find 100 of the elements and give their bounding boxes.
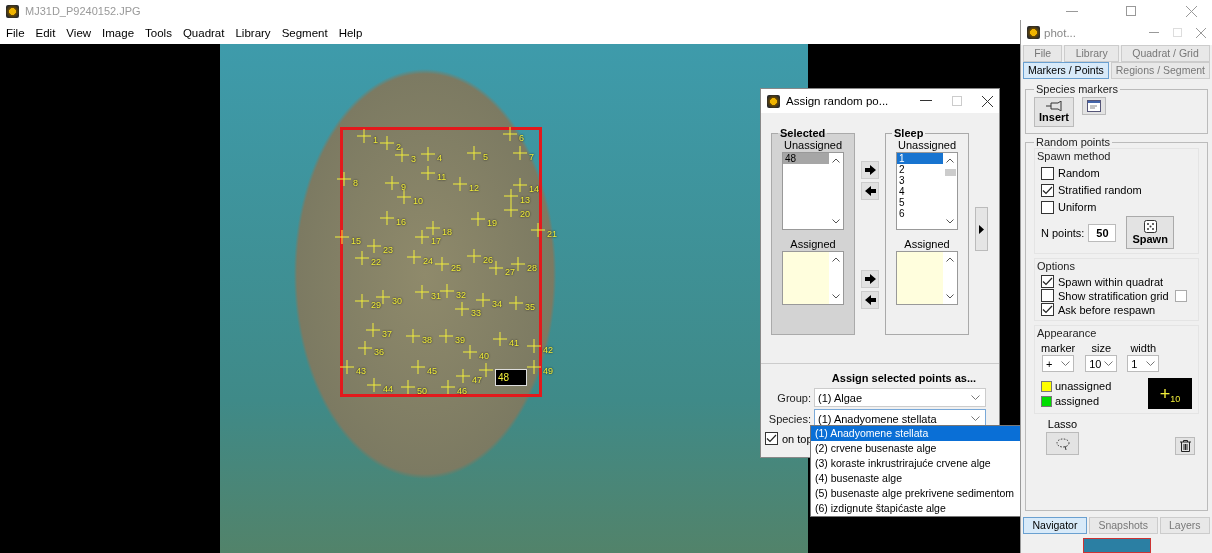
- move-right-button[interactable]: [861, 161, 879, 179]
- close-icon[interactable]: [982, 95, 993, 107]
- move-right-button[interactable]: [861, 270, 879, 288]
- cross-marker-icon[interactable]: [366, 323, 380, 337]
- cross-marker-icon[interactable]: [439, 329, 453, 343]
- menu-item[interactable]: Segment: [281, 27, 328, 39]
- cross-marker-icon[interactable]: [467, 146, 481, 160]
- tab[interactable]: File: [1023, 45, 1063, 62]
- scroll-thumb[interactable]: [944, 168, 956, 176]
- checkbox[interactable]: [1041, 275, 1054, 288]
- cross-marker-icon[interactable]: [493, 332, 507, 346]
- cross-marker-icon[interactable]: [440, 284, 454, 298]
- cross-marker-icon[interactable]: [527, 339, 541, 353]
- tab[interactable]: Layers: [1159, 517, 1210, 534]
- delete-button[interactable]: [1175, 437, 1195, 455]
- cross-marker-icon[interactable]: [385, 176, 399, 190]
- move-left-button[interactable]: [861, 182, 879, 200]
- expand-button[interactable]: [975, 207, 988, 251]
- cross-marker-icon[interactable]: [380, 211, 394, 225]
- dropdown[interactable]: +: [1042, 355, 1075, 372]
- checkbox[interactable]: [1041, 183, 1054, 197]
- cross-marker-icon[interactable]: [455, 302, 469, 316]
- checkbox[interactable]: [1041, 200, 1054, 214]
- cross-marker-icon[interactable]: [340, 360, 354, 374]
- cross-marker-icon[interactable]: [376, 290, 390, 304]
- scroll-up-icon[interactable]: [832, 257, 840, 262]
- cross-marker-icon[interactable]: [335, 230, 349, 244]
- menu-item[interactable]: Image: [102, 27, 135, 39]
- species-option[interactable]: (2) crvene busenaste alge: [811, 441, 1021, 456]
- window-list-button[interactable]: [1081, 97, 1106, 115]
- n-points-field[interactable]: 50: [1088, 223, 1117, 242]
- cross-marker-icon[interactable]: [397, 190, 411, 204]
- cross-marker-icon[interactable]: [513, 178, 527, 192]
- cross-marker-icon[interactable]: [531, 223, 545, 237]
- cross-marker-icon[interactable]: [407, 250, 421, 264]
- list-item[interactable]: 6: [897, 208, 943, 219]
- list-item[interactable]: 1: [897, 153, 943, 164]
- cross-marker-icon[interactable]: [463, 345, 477, 359]
- cross-marker-icon[interactable]: [421, 166, 435, 180]
- menu-item[interactable]: Quadrat: [182, 27, 225, 39]
- minimize-icon[interactable]: [920, 100, 932, 102]
- cross-marker-icon[interactable]: [367, 378, 381, 392]
- cross-marker-icon[interactable]: [489, 261, 503, 275]
- cross-marker-icon[interactable]: [411, 360, 425, 374]
- cross-marker-icon[interactable]: [415, 230, 429, 244]
- cross-marker-icon[interactable]: [380, 136, 394, 150]
- cross-marker-icon[interactable]: [479, 363, 493, 377]
- cross-marker-icon[interactable]: [511, 257, 525, 271]
- unassigned-list[interactable]: 1 2 3 4 5 6: [896, 152, 958, 230]
- cross-marker-icon[interactable]: [453, 177, 467, 191]
- cross-marker-icon[interactable]: [513, 146, 527, 160]
- dropdown[interactable]: 10: [1085, 355, 1118, 372]
- menu-item[interactable]: Help: [338, 27, 363, 39]
- cross-marker-icon[interactable]: [504, 189, 518, 203]
- scroll-down-icon[interactable]: [832, 294, 840, 299]
- scroll-up-icon[interactable]: [946, 158, 954, 163]
- cross-marker-icon[interactable]: [435, 257, 449, 271]
- cross-marker-icon[interactable]: [456, 369, 470, 383]
- cross-marker-icon[interactable]: [504, 203, 518, 217]
- tab[interactable]: Markers / Points: [1023, 62, 1109, 79]
- checkbox[interactable]: [1041, 166, 1054, 180]
- scroll-up-icon[interactable]: [832, 158, 840, 163]
- cross-marker-icon[interactable]: [337, 172, 351, 186]
- cross-marker-icon[interactable]: [357, 129, 371, 143]
- tab[interactable]: Navigator: [1023, 517, 1087, 534]
- menu-item[interactable]: Library: [235, 27, 271, 39]
- list-item[interactable]: 2: [897, 164, 943, 175]
- insert-button[interactable]: Insert: [1034, 97, 1074, 127]
- cross-marker-icon[interactable]: [509, 296, 523, 310]
- list-item[interactable]: 48: [783, 153, 829, 164]
- tab[interactable]: Regions / Segment: [1110, 62, 1210, 79]
- color-swatch[interactable]: [1041, 380, 1052, 392]
- list-item[interactable]: 4: [897, 186, 943, 197]
- menu-item[interactable]: Tools: [145, 27, 172, 39]
- list-item[interactable]: 5: [897, 197, 943, 208]
- maximize-icon[interactable]: [1126, 6, 1136, 16]
- move-left-button[interactable]: [861, 291, 879, 309]
- lasso-button[interactable]: [1046, 432, 1079, 455]
- scroll-down-icon[interactable]: [946, 294, 954, 299]
- dropdown[interactable]: 1: [1127, 355, 1160, 372]
- menu-item[interactable]: View: [66, 27, 92, 39]
- cross-marker-icon[interactable]: [527, 360, 541, 374]
- tab[interactable]: Library: [1064, 45, 1119, 62]
- cross-marker-icon[interactable]: [367, 239, 381, 253]
- cross-marker-icon[interactable]: [401, 380, 415, 394]
- cross-marker-icon[interactable]: [471, 212, 485, 226]
- cross-marker-icon[interactable]: [441, 380, 455, 394]
- cross-marker-icon[interactable]: [467, 249, 481, 263]
- scroll-down-icon[interactable]: [946, 219, 954, 224]
- checkbox[interactable]: [1041, 303, 1054, 316]
- species-option[interactable]: (1) Anadyomene stellata: [811, 426, 1021, 441]
- species-option[interactable]: (4) busenaste alge: [811, 471, 1021, 486]
- cross-marker-icon[interactable]: [355, 294, 369, 308]
- cross-marker-icon[interactable]: [426, 221, 440, 235]
- scroll-down-icon[interactable]: [832, 219, 840, 224]
- cross-marker-icon[interactable]: [503, 127, 517, 141]
- menu-item[interactable]: Edit: [35, 27, 56, 39]
- cross-marker-icon[interactable]: [421, 147, 435, 161]
- checkbox[interactable]: [1041, 289, 1054, 302]
- cross-marker-icon[interactable]: [415, 285, 429, 299]
